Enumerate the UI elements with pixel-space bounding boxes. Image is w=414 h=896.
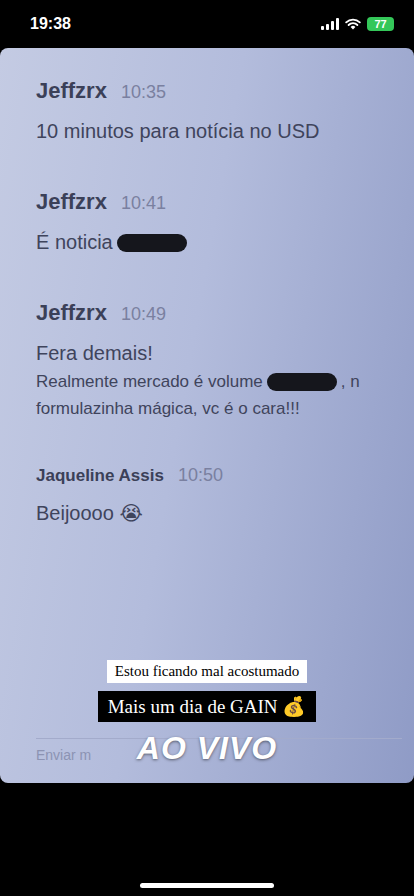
redaction-mark [117, 234, 187, 252]
message-header: Jeffzrx 10:49 [36, 300, 402, 326]
message-text: É noticia [36, 229, 402, 256]
message-time: 10:35 [121, 82, 166, 103]
home-indicator[interactable] [140, 883, 274, 888]
chat-message: Jaqueline Assis 10:50 Beijoooo 😭 [36, 465, 402, 527]
wifi-icon [345, 18, 361, 30]
message-header: Jaqueline Assis 10:50 [36, 465, 402, 486]
signal-icon [321, 18, 339, 30]
white-sticker: Estou ficando mal acostumado [107, 660, 308, 683]
message-author: Jeffzrx [36, 300, 107, 326]
message-author: Jeffzrx [36, 189, 107, 215]
status-time: 19:38 [30, 15, 71, 33]
message-text: formulazinha mágica, vc é o cara!!! [36, 398, 402, 421]
redaction-mark [267, 373, 337, 391]
text-segment: Realmente mercado é volume [36, 371, 263, 394]
message-author: Jeffzrx [36, 78, 107, 104]
chat-list: Jeffzrx 10:35 10 minutos para notícia no U… [36, 78, 402, 527]
sticker-stack: Estou ficando mal acostumado Mais um dia … [0, 660, 414, 767]
message-text: Fera demais! [36, 340, 402, 367]
story-photo: Jeffzrx 10:35 10 minutos para notícia no U… [0, 48, 414, 783]
chat-message: Jeffzrx 10:41 É noticia [36, 189, 402, 256]
status-bar: 19:38 77 [0, 0, 414, 48]
message-text: Beijoooo 😭 [36, 500, 402, 527]
chat-message: Jeffzrx 10:35 10 minutos para notícia no U… [36, 78, 402, 145]
text-segment: 10 minutos para notícia no USD [36, 118, 320, 145]
text-segment: É noticia [36, 229, 113, 256]
text-segment: formulazinha mágica, vc é o cara!!! [36, 398, 300, 421]
status-icons: 77 [321, 17, 394, 31]
black-sticker: Mais um dia de GAIN 💰 [98, 691, 317, 722]
text-segment: , n [341, 371, 360, 394]
live-sticker: AO VIVO [131, 730, 283, 767]
battery-indicator: 77 [367, 17, 394, 31]
home-area [0, 783, 414, 896]
chat-message: Jeffzrx 10:49 Fera demais! Realmente mercad… [36, 300, 402, 421]
message-author: Jaqueline Assis [36, 466, 164, 486]
message-time: 10:50 [178, 465, 223, 486]
message-text: Realmente mercado é volume , n [36, 371, 402, 394]
message-time: 10:41 [121, 193, 166, 214]
message-header: Jeffzrx 10:35 [36, 78, 402, 104]
message-text: 10 minutos para notícia no USD [36, 118, 402, 145]
text-segment: Fera demais! [36, 340, 153, 367]
message-time: 10:49 [121, 304, 166, 325]
message-header: Jeffzrx 10:41 [36, 189, 402, 215]
story-screen: 19:38 77 Jeffzrx 10:35 10 minutos para notíc… [0, 0, 414, 896]
text-segment: Beijoooo 😭 [36, 500, 143, 527]
